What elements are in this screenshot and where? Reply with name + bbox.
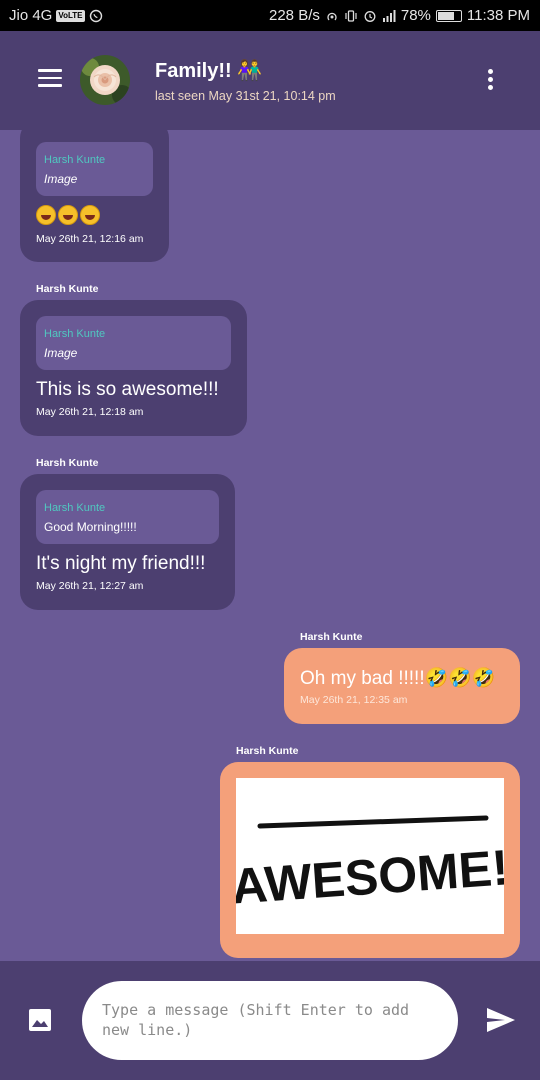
status-bar-left: Jio 4G VoLTE [9, 7, 103, 24]
carrier-label: Jio 4G [9, 7, 53, 24]
quoted-sender: Harsh Kunte [44, 154, 106, 166]
network-speed: 228 B/s [269, 7, 320, 24]
signal-4g-icon [382, 9, 396, 22]
quoted-text: Good Morning!!!!! [44, 520, 137, 534]
message-bubble-incoming[interactable]: Harsh Kunte Image This is so awesome!!! … [20, 300, 247, 436]
chat-title[interactable]: Family!! 👫 [155, 58, 262, 83]
status-bar: Jio 4G VoLTE 228 B/s 78% 11:38 PM [0, 0, 540, 31]
quoted-message[interactable]: Harsh Kunte Good Morning!!!!! [36, 490, 219, 544]
message-timestamp: May 26th 21, 12:35 am [300, 694, 408, 706]
quoted-sender: Harsh Kunte [44, 328, 106, 340]
message-timestamp: May 26th 21, 12:27 am [36, 580, 144, 592]
awesome-image-text: AWESOME! [236, 839, 504, 914]
image-icon[interactable] [28, 1008, 52, 1032]
group-avatar[interactable] [80, 55, 130, 105]
message-input[interactable] [102, 1000, 422, 1044]
message-bubble-outgoing[interactable]: Oh my bad !!!!!🤣🤣🤣 May 26th 21, 12:35 am [284, 648, 520, 724]
laughing-emoji-icon [58, 204, 78, 225]
message-sender: Harsh Kunte [36, 457, 99, 469]
battery-fill [437, 11, 454, 20]
message-text: It's night my friend!!! [36, 553, 206, 574]
status-bar-right: 228 B/s 78% 11:38 PM [269, 7, 530, 24]
rose-avatar-image [80, 55, 130, 105]
battery-percent: 78% [400, 7, 431, 24]
laughing-emoji-icon [36, 204, 56, 225]
vibrate-icon [345, 9, 357, 22]
message-text: This is so awesome!!! [36, 379, 219, 400]
quoted-message[interactable]: Harsh Kunte Image [36, 142, 153, 196]
message-text: Oh my bad !!!!!🤣🤣🤣 [300, 666, 496, 690]
volte-badge: VoLTE [56, 9, 85, 22]
message-text: 😂😂😂 [36, 204, 102, 226]
chat-header: Family!! 👫 last seen May 31st 21, 10:14 … [0, 31, 540, 130]
quoted-sender: Harsh Kunte [44, 502, 106, 514]
quoted-text: Image [44, 346, 78, 360]
message-composer [0, 961, 540, 1080]
laughing-emoji-icon [80, 204, 100, 225]
message-text-content: Oh my bad !!!!!🤣🤣🤣 [300, 668, 496, 689]
message-sender: Harsh Kunte [36, 283, 99, 295]
last-seen-status: last seen May 31st 21, 10:14 pm [155, 89, 336, 103]
message-list[interactable]: Harsh Kunte Image 😂😂😂 May 26th 21, 12:16… [0, 130, 540, 961]
image-attachment[interactable]: AWESOME! [229, 778, 510, 934]
message-sender: Harsh Kunte [236, 745, 299, 757]
quoted-text: Image [44, 172, 78, 186]
message-bubble-incoming[interactable]: Harsh Kunte Good Morning!!!!! It's night… [20, 474, 235, 610]
message-timestamp: May 26th 21, 12:18 am [36, 406, 144, 418]
message-input-container[interactable] [82, 981, 458, 1060]
message-timestamp: May 26th 21, 12:16 am [36, 233, 144, 245]
clock: 11:38 PM [466, 7, 530, 24]
hotspot-icon [327, 12, 337, 20]
message-bubble-outgoing-image[interactable]: AWESOME! [220, 762, 520, 958]
whatsapp-icon [89, 9, 102, 22]
awesome-image: AWESOME! [229, 815, 510, 915]
hamburger-menu-icon[interactable] [38, 69, 62, 87]
send-icon[interactable] [486, 1007, 516, 1033]
battery-icon [435, 9, 462, 22]
message-sender: Harsh Kunte [300, 631, 363, 643]
quoted-message[interactable]: Harsh Kunte Image [36, 316, 231, 370]
alarm-icon [364, 10, 376, 22]
message-bubble-incoming[interactable]: Harsh Kunte Image 😂😂😂 May 26th 21, 12:16… [20, 130, 169, 262]
more-vertical-icon[interactable] [485, 69, 495, 91]
